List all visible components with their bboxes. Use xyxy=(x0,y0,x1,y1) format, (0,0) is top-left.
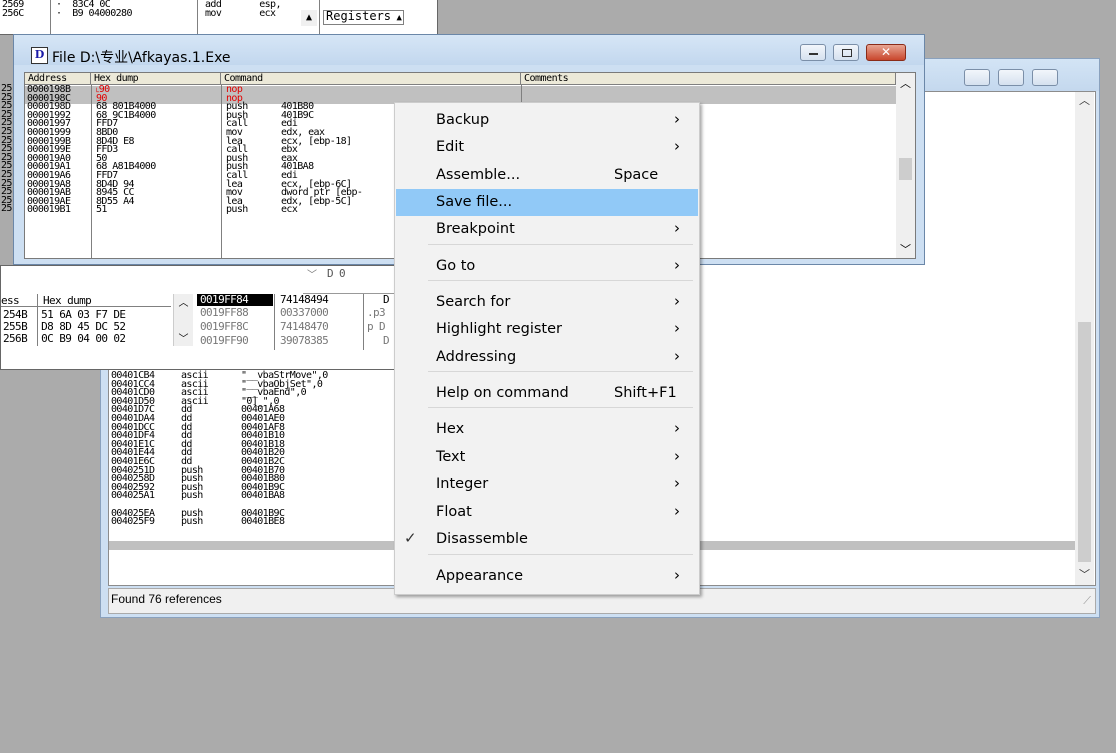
menu-item-highlight-register[interactable]: Highlight register › xyxy=(396,316,698,343)
disasm-vertical-scrollbar[interactable]: ︿ ﹀ xyxy=(896,73,915,258)
menu-item-label: Help on command xyxy=(436,385,569,401)
top-strip-addresses: 2569 256C xyxy=(2,0,24,19)
row-operands: ecx xyxy=(281,204,298,216)
scroll-thumb[interactable] xyxy=(899,158,912,180)
menu-item-backup[interactable]: Backup › xyxy=(396,107,698,134)
window-title: File D:\专业\Afkayas.1.Exe xyxy=(52,50,231,66)
refs-vertical-scrollbar[interactable]: ︿ ﹀ xyxy=(1075,92,1094,585)
row-command: push xyxy=(226,204,248,216)
menu-item-label: Float xyxy=(436,504,472,520)
menu-item-label: Save file... xyxy=(436,194,513,210)
minimize-button[interactable] xyxy=(800,44,826,61)
menu-separator xyxy=(428,280,693,281)
dump-scrollbar[interactable]: ︿ ﹀ xyxy=(173,294,193,346)
close-button[interactable] xyxy=(1032,69,1058,86)
dump-pane: ess Hex dump 254B 51 6A 03 F7 DE 255B D8… xyxy=(0,265,412,370)
menu-item-label: Addressing xyxy=(436,349,517,365)
menu-item-help-on-command[interactable]: Help on command Shift+F1 xyxy=(396,380,698,407)
menu-item-go-to[interactable]: Go to › xyxy=(396,253,698,280)
scroll-up-button[interactable]: ︿ xyxy=(1075,92,1094,108)
menu-item-label: Go to xyxy=(436,258,476,274)
menu-item-label: Highlight register xyxy=(436,321,562,337)
menu-separator xyxy=(428,371,693,372)
menu-item-label: Backup xyxy=(436,112,490,128)
submenu-arrow-icon: › xyxy=(674,474,680,492)
submenu-arrow-icon: › xyxy=(674,319,680,337)
submenu-arrow-icon: › xyxy=(674,419,680,437)
menu-item-label: Hex xyxy=(436,421,465,437)
menu-item-search-for[interactable]: Search for › xyxy=(396,289,698,316)
submenu-arrow-icon: › xyxy=(674,256,680,274)
menu-separator xyxy=(428,407,693,408)
submenu-arrow-icon: › xyxy=(674,566,680,584)
submenu-arrow-icon: › xyxy=(674,137,680,155)
checkmark-icon: ✓ xyxy=(404,529,417,547)
menu-item-disassemble[interactable]: ✓ Disassemble xyxy=(396,526,698,553)
menu-item-label: Assemble... xyxy=(436,167,521,183)
status-text: Found 76 references xyxy=(111,592,222,606)
scroll-up-button[interactable]: ▲ xyxy=(301,10,317,26)
minimize-button[interactable] xyxy=(964,69,990,86)
menu-item-shortcut: Shift+F1 xyxy=(614,385,677,401)
stack-value-column[interactable]: 74148494 00337000 74148470 39078385 xyxy=(280,294,362,348)
menu-item-label: Search for xyxy=(436,294,511,310)
menu-separator xyxy=(428,244,693,245)
top-code-strip: 2569 256C · 83C4 0C · B9 04000280 add es… xyxy=(0,0,438,35)
menu-item-appearance[interactable]: Appearance › xyxy=(396,563,698,590)
gutter-line: 25 xyxy=(1,203,12,215)
menu-item-label: Edit xyxy=(436,139,465,155)
registers-pane-label[interactable]: Registers ▲ xyxy=(323,10,405,25)
menu-item-float[interactable]: Float › xyxy=(396,499,698,526)
col-comments[interactable]: Comments xyxy=(521,73,896,85)
maximize-button[interactable] xyxy=(998,69,1024,86)
scroll-down-button[interactable]: ﹀ xyxy=(1075,566,1094,582)
ref-operands: 00401BE8 xyxy=(241,516,285,528)
stack-address-column[interactable]: 0019FF84 0019FF88 0019FF8C 0019FF90 xyxy=(197,294,273,350)
menu-item-breakpoint[interactable]: Breakpoint › xyxy=(396,216,698,243)
menu-item-label: Text xyxy=(436,449,466,465)
col-hex-dump[interactable]: Hex dump xyxy=(91,73,221,85)
dump-col-hex[interactable]: Hex dump xyxy=(43,294,92,307)
maximize-button[interactable] xyxy=(833,44,859,61)
menu-item-save-file[interactable]: Save file... xyxy=(396,189,698,216)
submenu-arrow-icon: › xyxy=(674,502,680,520)
menu-item-label: Breakpoint xyxy=(436,221,515,237)
resize-grip-icon[interactable]: ⟋ xyxy=(1083,594,1091,608)
close-button[interactable]: ✕ xyxy=(866,44,906,61)
submenu-arrow-icon: › xyxy=(674,447,680,465)
menu-item-label: Disassemble xyxy=(436,531,528,547)
app-icon: D xyxy=(31,47,48,64)
menu-item-integer[interactable]: Integer › xyxy=(396,471,698,498)
menu-separator xyxy=(428,554,693,555)
left-gutter: 25 25 25 25 25 25 25 25 25 25 25 25 25 25 25 xyxy=(1,84,12,215)
menu-item-hex[interactable]: Hex › xyxy=(396,416,698,443)
disasm-row[interactable]: 0000198B ˪90 nop xyxy=(27,85,887,95)
scroll-up-button[interactable]: ︿ xyxy=(896,75,915,91)
menu-item-assemble[interactable]: Assemble... Space xyxy=(396,162,698,189)
menu-item-label: Appearance xyxy=(436,568,524,584)
ref-command: push xyxy=(181,516,203,528)
submenu-arrow-icon: › xyxy=(674,219,680,237)
submenu-arrow-icon: › xyxy=(674,347,680,365)
menu-item-addressing[interactable]: Addressing › xyxy=(396,344,698,371)
row-address: 000019B1 xyxy=(27,204,71,216)
scroll-down-button[interactable]: ﹀ xyxy=(896,241,915,257)
col-command[interactable]: Command xyxy=(221,73,521,85)
menu-item-edit[interactable]: Edit › xyxy=(396,134,698,161)
menu-item-shortcut: Space xyxy=(614,167,659,183)
cpu-window-titlebar[interactable]: D File D:\专业\Afkayas.1.Exe ✕ xyxy=(14,35,924,66)
menu-item-text[interactable]: Text › xyxy=(396,444,698,471)
row-hex: 51 xyxy=(96,204,107,216)
menu-item-label: Integer xyxy=(436,476,489,492)
context-menu: Backup › Edit › Assemble... Space Save file...… xyxy=(394,102,700,595)
dump-rows[interactable]: 254B 51 6A 03 F7 DE 255B D8 8D 45 DC 52 … xyxy=(3,309,126,345)
scroll-thumb[interactable] xyxy=(1078,322,1091,562)
stack-comment-column: D .p3 p D D xyxy=(367,293,390,348)
dump-col-address[interactable]: ess xyxy=(1,294,20,307)
ref-address: 004025F9 xyxy=(111,516,155,528)
submenu-arrow-icon: › xyxy=(674,110,680,128)
submenu-arrow-icon: › xyxy=(674,292,680,310)
